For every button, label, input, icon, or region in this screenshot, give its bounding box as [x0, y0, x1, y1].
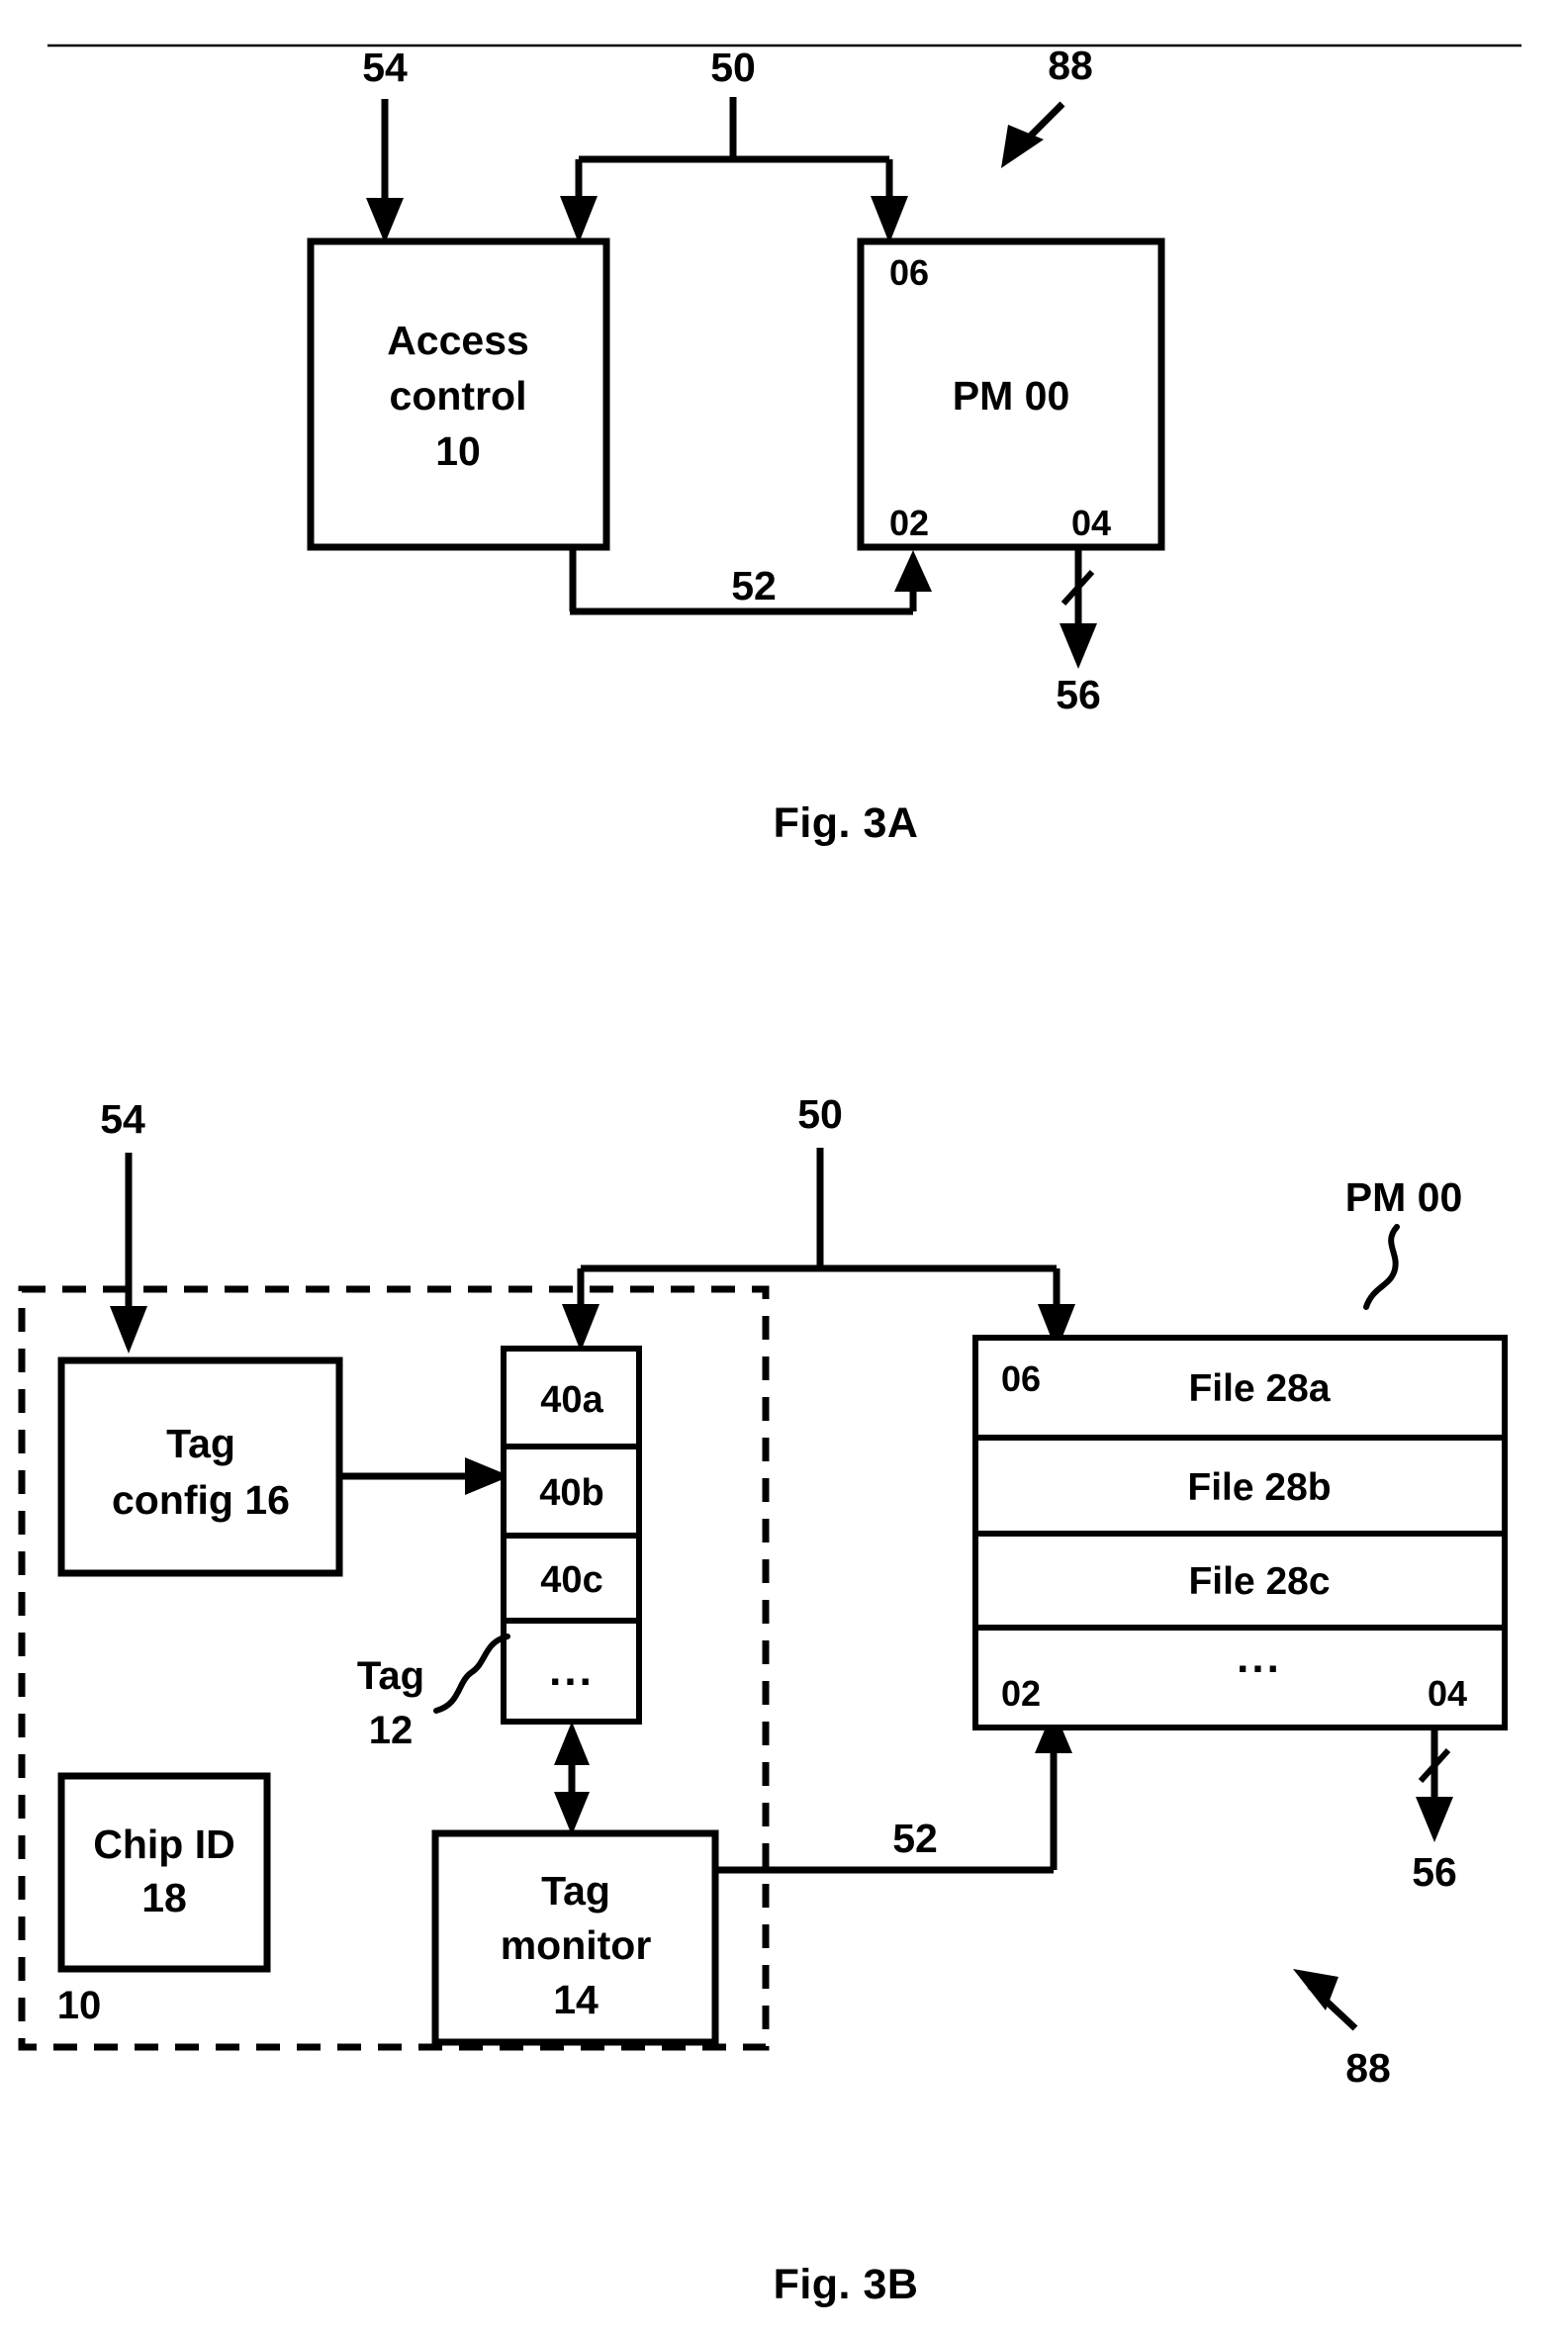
fig3a-access-control-label-2: control [390, 373, 527, 419]
fig3a-access-control-label-3: 10 [435, 428, 481, 474]
fig3b-chip-id-label-1: Chip ID [93, 1822, 234, 1867]
fig3b-pm-table-title: PM 00 [1345, 1174, 1463, 1220]
fig3b-tag-register: 40a 40b 40c ... [501, 1346, 642, 1725]
fig3b-ref-10: 10 [57, 1984, 102, 2027]
fig3a-ref-88: 88 [1048, 43, 1093, 88]
fig3b-tag-cell-40c-label: 40c [540, 1559, 602, 1601]
fig3b-tag-config-label-2: config 16 [112, 1477, 290, 1523]
patent-drawing-sheet: 54 50 88 Access control 10 06 PM 00 02 0… [0, 0, 1568, 2336]
fig3a-pm00-corner-02: 02 [889, 503, 929, 543]
fig3b-pm-row-2-label: File 28c [1188, 1560, 1330, 1603]
fig3b-arrow-tag-monitor-head-down [554, 1792, 590, 1835]
fig3a-ref-52: 52 [731, 563, 777, 608]
fig3b-tag-monitor-label-3: 14 [553, 1977, 599, 2022]
fig3b-pm-table: File 28a 06 File 28b File 28c ... 02 04 [972, 1335, 1508, 1730]
fig3b-chip-id-box [57, 1772, 271, 1973]
fig3b-pm-corner-06: 06 [1001, 1358, 1041, 1399]
fig3b-ref-54: 54 [100, 1096, 145, 1142]
fig3b-ref-52: 52 [892, 1816, 938, 1861]
fig3b-chip-id-label-2: 18 [141, 1875, 187, 1920]
fig3b-tag-leader-label-1: Tag [357, 1654, 424, 1698]
fig3b-tag-cell-more-label: ... [549, 1646, 595, 1695]
fig3b-pm-row-0-label: File 28a [1188, 1367, 1330, 1410]
fig3b-tag-config-box [57, 1356, 343, 1577]
fig3a-arrow-56-head [1060, 623, 1097, 669]
fig3b-tag-cell-40a-label: 40a [540, 1379, 603, 1421]
fig3b-tag-leader-label-2: 12 [369, 1709, 414, 1752]
fig3a-bus-50-right-arrowhead [871, 196, 908, 243]
fig3b-arrow-54-head [110, 1306, 147, 1354]
fig3b-pm-corner-04: 04 [1428, 1673, 1467, 1714]
fig3b-ref-88: 88 [1345, 2045, 1391, 2091]
fig3b-pm-corner-02: 02 [1001, 1673, 1041, 1714]
fig3a-arrow-54-head [366, 198, 404, 243]
fig3b-arrow-tag-monitor-head-up [554, 1722, 590, 1765]
fig3a-pm00-corner-04: 04 [1071, 503, 1111, 543]
fig3b-ref-50: 50 [797, 1091, 843, 1137]
fig3b-pm-row-3-label: ... [1237, 1634, 1282, 1682]
fig3a-ref-54: 54 [362, 45, 408, 90]
fig3b-tag-cell-40b-label: 40b [539, 1472, 603, 1514]
figure-canvas: 54 50 88 Access control 10 06 PM 00 02 0… [18, 43, 1522, 2308]
fig3a-ref-50: 50 [710, 45, 756, 90]
fig3a-ref-56: 56 [1056, 672, 1101, 717]
fig3a-path-52-arrowhead [894, 550, 932, 592]
fig3b-bus-50-left-arrowhead [562, 1304, 600, 1352]
fig3a-caption: Fig. 3A [774, 799, 919, 847]
fig3a-bus-50-left-arrowhead [560, 196, 598, 243]
fig3b-tag-monitor-label-2: monitor [501, 1922, 652, 1968]
fig3b-ref-56: 56 [1412, 1849, 1457, 1895]
fig3a-access-control-label-1: Access [387, 318, 529, 363]
fig3b-tag-config-label-1: Tag [166, 1421, 235, 1466]
fig3a-pm00-corner-06: 06 [889, 252, 929, 293]
fig3b-caption: Fig. 3B [774, 2261, 919, 2308]
fig3b-pm-table-title-squiggle [1363, 1224, 1400, 1310]
fig3b-tag-leader-squiggle [433, 1634, 510, 1714]
fig3b-arrow-56-head [1416, 1797, 1453, 1842]
fig3b-tag-monitor-label-1: Tag [541, 1868, 610, 1914]
fig3b-pm-row-1-label: File 28b [1187, 1466, 1331, 1509]
fig3a-pm00-label: PM 00 [953, 373, 1070, 419]
